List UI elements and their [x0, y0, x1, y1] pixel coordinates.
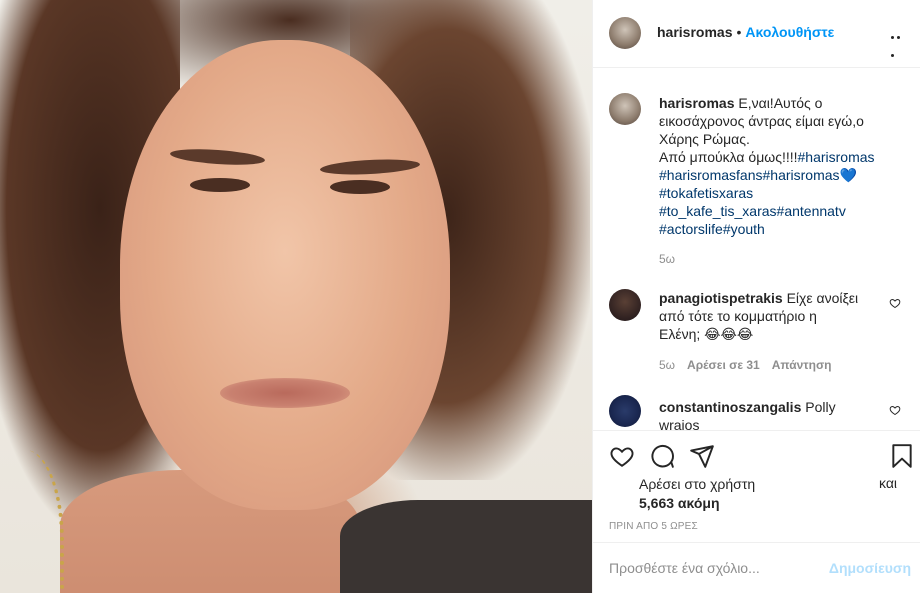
comment-time[interactable]: 5ω [659, 358, 675, 372]
comment-avatar[interactable] [609, 289, 641, 321]
liked-by-label: Αρέσει στο χρήστη [639, 476, 756, 492]
caption-avatar[interactable] [609, 93, 641, 125]
hashtag[interactable]: #youth [723, 221, 765, 237]
comment-like-icon[interactable] [889, 297, 901, 309]
header-separator: • [736, 24, 742, 40]
post-side-panel: harisromas • Ακολουθήστε harisromas Ε,ναι!… [592, 0, 920, 593]
comment-text: Είχε ανοίξει [786, 290, 859, 306]
post-comment-button[interactable]: Δημοσίευση [829, 560, 911, 576]
hashtag[interactable]: #harisromas [763, 167, 840, 183]
photo-eye-left [190, 178, 250, 192]
caption-time[interactable]: 5ω [659, 252, 675, 266]
hashtag[interactable]: #harisromas [798, 149, 875, 165]
photo-face [120, 40, 450, 510]
caption-line: Από μπούκλα όμως!!!! [659, 149, 798, 165]
post-actions: Αρέσει στο χρήστη 5,663 ακόμη και ΠΡΙΝ Α… [593, 430, 920, 543]
bookmark-icon[interactable] [889, 443, 915, 469]
comment-avatar[interactable] [609, 395, 641, 427]
heart-emoji: 💙 [839, 167, 857, 183]
photo-shirt [340, 500, 592, 593]
reply-button[interactable]: Απάντηση [772, 358, 832, 372]
comment-text: από τότε το κομματήριο η [659, 308, 817, 324]
more-horizontal-icon[interactable] [891, 26, 907, 57]
comment-likes[interactable]: Αρέσει σε 31 [687, 358, 760, 372]
hashtag[interactable]: #tokafetisxaras [659, 185, 753, 201]
comment-item: constantinoszangalis Polly wraios [659, 398, 873, 430]
hashtag[interactable]: #actorslife [659, 221, 723, 237]
comment-like-icon[interactable] [889, 404, 901, 416]
post-time[interactable]: ΠΡΙΝ ΑΠΟ 5 ΩΡΕΣ [609, 521, 698, 532]
photo-lips [220, 378, 350, 408]
follow-button[interactable]: Ακολουθήστε [745, 24, 834, 40]
comment-icon[interactable] [649, 443, 675, 469]
photo-eye-right [330, 180, 390, 194]
add-comment-input[interactable]: Προσθέστε ένα σχόλιο... [609, 560, 760, 576]
comments-list[interactable]: harisromas Ε,ναι!Αυτός ο εικοσάχρονος άν… [593, 68, 920, 430]
hashtag[interactable]: #antennatv [777, 203, 846, 219]
comment-meta: 5ω Αρέσει σε 31 Απάντηση [659, 358, 832, 372]
caption-text: harisromas Ε,ναι!Αυτός ο εικοσάχρονος άν… [659, 94, 891, 238]
heart-icon[interactable] [609, 443, 635, 469]
add-comment-bar: Προσθέστε ένα σχόλιο... Δημοσίευση [593, 542, 920, 594]
likes-summary: Αρέσει στο χρήστη 5,663 ακόμη [639, 475, 755, 513]
caption-line: Ε,ναι!Αυτός ο [738, 95, 823, 111]
likes-count[interactable]: 5,663 ακόμη [639, 495, 720, 511]
post-header: harisromas • Ακολουθήστε [593, 0, 920, 68]
comment-text: Ελένη; 😂😂😂 [659, 326, 754, 342]
author-avatar[interactable] [609, 17, 641, 49]
hashtag[interactable]: #to_kafe_tis_xaras [659, 203, 777, 219]
share-icon[interactable] [689, 443, 715, 469]
comment-username[interactable]: panagiotispetrakis [659, 290, 783, 306]
author-username[interactable]: harisromas [657, 24, 732, 40]
comment-username[interactable]: constantinoszangalis [659, 399, 801, 415]
caption-line: εικοσάχρονος άντρας είμαι εγώ,ο [659, 113, 864, 129]
liked-by-and: και [879, 475, 898, 491]
hashtag[interactable]: #harisromasfans [659, 167, 763, 183]
caption-username[interactable]: harisromas [659, 95, 734, 111]
comment-item: panagiotispetrakis Είχε ανοίξει από τότε… [659, 289, 873, 343]
post-photo[interactable] [0, 0, 592, 593]
caption-line: Χάρης Ρώμας. [659, 131, 750, 147]
